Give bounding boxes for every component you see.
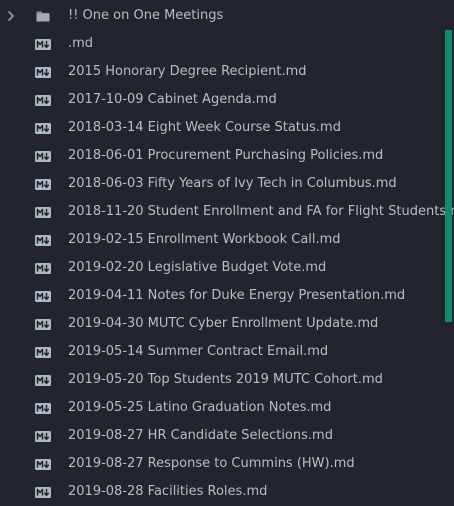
markdown-file-icon (35, 39, 51, 50)
markdown-file-icon (35, 347, 51, 358)
file-label: 2017-10-09 Cabinet Agenda.md (68, 92, 277, 107)
file-row[interactable]: 2019-02-20 Legislative Budget Vote.md (0, 254, 454, 282)
markdown-file-icon (35, 459, 51, 470)
markdown-file-icon (35, 179, 51, 190)
file-row[interactable]: .md (0, 30, 454, 58)
file-row[interactable]: 2019-04-11 Notes for Duke Energy Present… (0, 282, 454, 310)
file-label: 2019-05-25 Latino Graduation Notes.md (68, 400, 332, 415)
folder-icon (36, 11, 50, 22)
folder-row[interactable]: !! One on One Meetings (0, 2, 454, 30)
file-label: 2019-05-20 Top Students 2019 MUTC Cohort… (68, 372, 383, 387)
markdown-file-icon (35, 235, 51, 246)
file-row[interactable]: 2019-08-28 Facilities Roles.md (0, 478, 454, 506)
file-row[interactable]: 2018-06-03 Fifty Years of Ivy Tech in Co… (0, 170, 454, 198)
folder-label: !! One on One Meetings (68, 8, 224, 23)
markdown-file-icon (35, 123, 51, 134)
file-row[interactable]: 2019-05-20 Top Students 2019 MUTC Cohort… (0, 366, 454, 394)
file-label: 2019-08-27 HR Candidate Selections.md (68, 428, 333, 443)
file-row[interactable]: 2017-10-09 Cabinet Agenda.md (0, 86, 454, 114)
file-label: 2019-04-30 MUTC Cyber Enrollment Update.… (68, 316, 379, 331)
file-row[interactable]: 2019-02-15 Enrollment Workbook Call.md (0, 226, 454, 254)
file-row[interactable]: 2019-08-27 HR Candidate Selections.md (0, 422, 454, 450)
file-tree: !! One on One Meetings .md 2015 Honorary … (0, 2, 454, 506)
markdown-file-icon (35, 319, 51, 330)
file-row[interactable]: 2018-03-14 Eight Week Course Status.md (0, 114, 454, 142)
file-label: 2019-02-15 Enrollment Workbook Call.md (68, 232, 341, 247)
markdown-file-icon (35, 403, 51, 414)
file-label: 2015 Honorary Degree Recipient.md (68, 64, 307, 79)
file-label: 2019-08-27 Response to Cummins (HW).md (68, 456, 355, 471)
file-label: 2018-11-20 Student Enrollment and FA for… (68, 204, 454, 219)
markdown-file-icon (35, 291, 51, 302)
markdown-file-icon (35, 487, 51, 498)
file-label: 2018-06-03 Fifty Years of Ivy Tech in Co… (68, 176, 397, 191)
markdown-file-icon (35, 375, 51, 386)
file-label: 2019-02-20 Legislative Budget Vote.md (68, 260, 327, 275)
file-label: 2019-05-14 Summer Contract Email.md (68, 344, 329, 359)
file-label: .md (68, 36, 94, 51)
file-label: 2019-04-11 Notes for Duke Energy Present… (68, 288, 406, 303)
file-row[interactable]: 2019-08-27 Response to Cummins (HW).md (0, 450, 454, 478)
chevron-right-icon[interactable] (6, 10, 16, 22)
file-row[interactable]: 2019-05-14 Summer Contract Email.md (0, 338, 454, 366)
file-row[interactable]: 2015 Honorary Degree Recipient.md (0, 58, 454, 86)
markdown-file-icon (35, 263, 51, 274)
file-row[interactable]: 2019-04-30 MUTC Cyber Enrollment Update.… (0, 310, 454, 338)
markdown-file-icon (35, 151, 51, 162)
markdown-file-icon (35, 95, 51, 106)
file-label: 2018-06-01 Procurement Purchasing Polici… (68, 148, 384, 163)
scrollbar-thumb[interactable] (445, 30, 452, 322)
markdown-file-icon (35, 431, 51, 442)
file-row[interactable]: 2018-06-01 Procurement Purchasing Polici… (0, 142, 454, 170)
file-row[interactable]: 2018-11-20 Student Enrollment and FA for… (0, 198, 454, 226)
file-row[interactable]: 2019-05-25 Latino Graduation Notes.md (0, 394, 454, 422)
markdown-file-icon (35, 67, 51, 78)
markdown-file-icon (35, 207, 51, 218)
file-label: 2018-03-14 Eight Week Course Status.md (68, 120, 341, 135)
file-label: 2019-08-28 Facilities Roles.md (68, 484, 268, 499)
